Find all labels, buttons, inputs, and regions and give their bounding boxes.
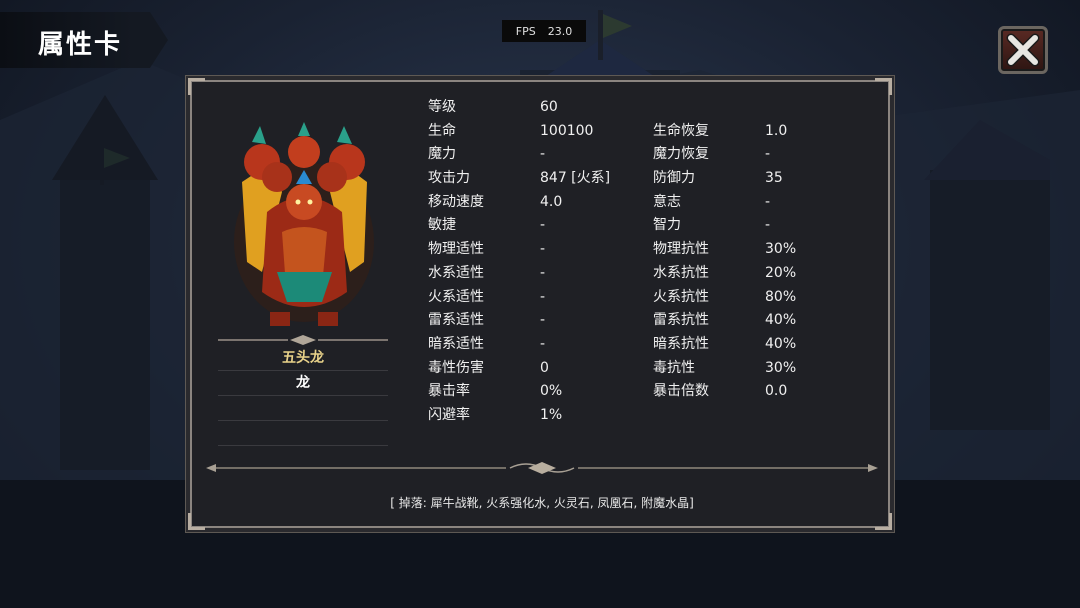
stat-value: 35 (765, 170, 783, 187)
fps-label: FPS (515, 24, 536, 38)
stat-row: 敏捷 - 智力 - (428, 214, 868, 238)
stat-value: 0.0 (765, 383, 788, 400)
stat-label: 毒抗性 (653, 359, 695, 376)
attribute-card-panel: 五头龙 龙 等级 60 生命 100100 生命恢复 1.0 魔力 - 魔力恢复… (188, 78, 892, 530)
stat-row: 闪避率 1% (428, 404, 868, 428)
stat-label: 攻击力 (428, 170, 470, 187)
stat-row: 火系适性 - 火系抗性 80% (428, 286, 868, 310)
stat-label: 物理抗性 (653, 241, 709, 258)
stat-row: 等级 60 (428, 96, 868, 120)
stat-value: - (540, 312, 546, 329)
stat-row: 暗系适性 - 暗系抗性 40% (428, 333, 868, 357)
stat-value: 1.0 (765, 122, 788, 139)
empty-row (218, 396, 388, 421)
stat-label: 生命 (428, 122, 456, 139)
stat-label: 魔力恢复 (653, 146, 709, 163)
stat-label: 防御力 (653, 170, 695, 187)
ornament-divider (206, 462, 878, 474)
stat-value: 0 (540, 359, 549, 376)
stat-label: 物理适性 (428, 241, 484, 258)
stat-value: 4.0 (540, 193, 563, 210)
stat-value: 60 (540, 99, 558, 115)
stat-row: 毒性伤害 0 毒抗性 30% (428, 357, 868, 381)
stat-label: 生命恢复 (653, 122, 709, 139)
stat-value: - (540, 241, 546, 258)
stat-label: 火系抗性 (653, 288, 709, 305)
monster-name: 五头龙 (218, 346, 388, 371)
stat-row: 暴击率 0% 暴击倍数 0.0 (428, 380, 868, 404)
stat-label: 水系抗性 (653, 264, 709, 281)
stat-value: - (765, 193, 771, 210)
stat-label: 暗系适性 (428, 335, 484, 352)
stat-label: 敏捷 (428, 217, 456, 234)
stat-label: 等级 (428, 99, 456, 115)
stat-label: 魔力 (428, 146, 456, 163)
stat-row: 魔力 - 魔力恢复 - (428, 143, 868, 167)
drop-list: [ 掉落: 犀牛战靴, 火系强化水, 火灵石, 凤凰石, 附魔水晶] (390, 496, 694, 510)
five-headed-dragon-portrait (234, 122, 374, 326)
close-x-icon (1006, 33, 1040, 67)
ornament-divider (218, 335, 388, 345)
stat-label: 闪避率 (428, 406, 470, 423)
stat-value: 80% (765, 288, 797, 305)
stat-row: 攻击力 847 [火系] 防御力 35 (428, 167, 868, 191)
stat-row: 水系适性 - 水系抗性 20% (428, 262, 868, 286)
stat-row: 物理适性 - 物理抗性 30% (428, 238, 868, 262)
panel-corner (875, 513, 892, 530)
stat-value: - (540, 146, 546, 163)
stat-row: 生命 100100 生命恢复 1.0 (428, 120, 868, 144)
fps-value: 23.0 (547, 24, 573, 38)
stat-value: - (765, 217, 771, 234)
stat-label: 水系适性 (428, 264, 484, 281)
monster-info: 五头龙 龙 (218, 346, 388, 446)
stat-row: 雷系适性 - 雷系抗性 40% (428, 309, 868, 333)
stat-value (765, 404, 865, 428)
stat-label: 雷系适性 (428, 312, 484, 329)
stat-label: 暴击倍数 (653, 383, 709, 400)
stat-value: - (765, 146, 771, 163)
stat-label: 毒性伤害 (428, 359, 484, 376)
stat-value: - (540, 335, 546, 352)
stat-value: - (540, 217, 546, 234)
stat-label: 火系适性 (428, 288, 484, 305)
stat-value: 0% (540, 383, 563, 400)
stat-value: - (540, 264, 546, 281)
stat-label: 暗系抗性 (653, 335, 709, 352)
stat-value: 30% (765, 359, 797, 376)
stat-label: 雷系抗性 (653, 312, 709, 329)
stat-value: 40% (765, 335, 797, 352)
stat-label: 暴击率 (428, 383, 470, 400)
stat-value (765, 96, 865, 120)
panel-corner (188, 78, 205, 95)
stat-row: 移动速度 4.0 意志 - (428, 191, 868, 215)
stat-label: 智力 (653, 217, 681, 234)
stat-label: 意志 (653, 193, 681, 210)
panel-corner (875, 78, 892, 95)
close-button[interactable] (998, 26, 1048, 74)
stat-value: - (540, 288, 546, 305)
stat-value: 100100 (540, 122, 594, 139)
stat-value: 1% (540, 406, 563, 423)
monster-type: 龙 (218, 371, 388, 396)
empty-row (218, 421, 388, 446)
panel-corner (188, 513, 205, 530)
stat-value: 20% (765, 264, 797, 281)
stat-label (653, 404, 765, 428)
page-title: 属性卡 (38, 30, 123, 60)
stat-value: 30% (765, 241, 797, 258)
stat-label: 移动速度 (428, 193, 484, 210)
stat-value: 40% (765, 312, 797, 329)
stat-label (653, 96, 765, 120)
stats-table: 等级 60 生命 100100 生命恢复 1.0 魔力 - 魔力恢复 - 攻击力… (428, 96, 868, 428)
stat-value: 847 [火系] (540, 170, 611, 187)
fps-counter: FPS 23.0 (502, 20, 586, 42)
